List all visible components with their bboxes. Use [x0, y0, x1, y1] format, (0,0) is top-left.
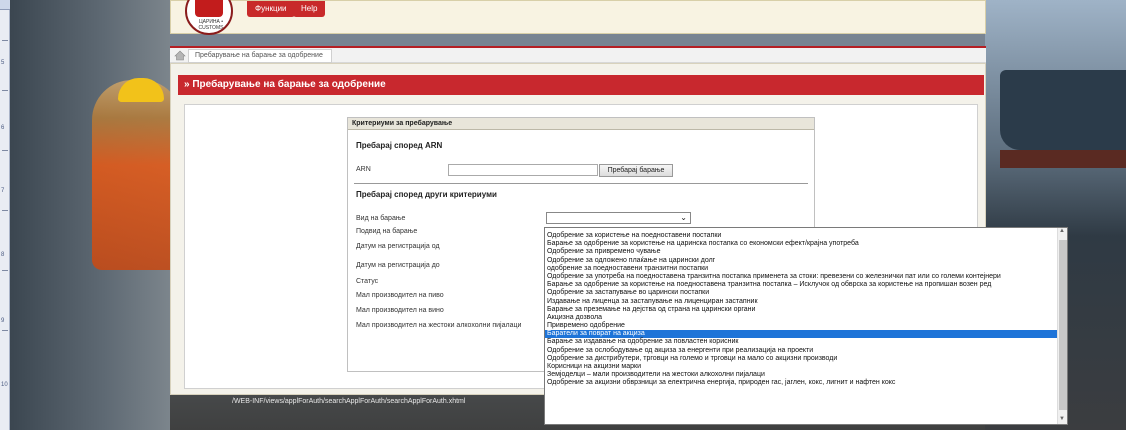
- scroll-down-icon[interactable]: ▼: [1059, 416, 1065, 422]
- ruler-tick: [2, 150, 8, 151]
- dropdown-option[interactable]: Издавање на лиценца за застапување на ли…: [545, 298, 1067, 306]
- ruler-number: 9: [1, 318, 5, 324]
- section-divider: [354, 183, 808, 184]
- field-label-spirits-producer: Мал производител на жестоки алкохолни пи…: [356, 322, 522, 329]
- ruler-number: 10: [1, 382, 8, 388]
- request-type-select[interactable]: ⌄: [546, 212, 691, 224]
- dropdown-option[interactable]: Одобрение за употреба на поедноставена т…: [545, 273, 1067, 281]
- dropdown-option[interactable]: Одобрение за акцизни обврзници за електр…: [545, 379, 1067, 387]
- dropdown-option[interactable]: Барање за издавање на одобрение за повла…: [545, 338, 1067, 346]
- dropdown-scrollbar[interactable]: ▲ ▼: [1057, 228, 1067, 424]
- ruler-number: 5: [1, 60, 5, 66]
- chevron-down-icon: ⌄: [680, 213, 687, 222]
- dropdown-option[interactable]: Привремено одобрение: [545, 322, 1067, 330]
- scrollbar-thumb[interactable]: [1059, 240, 1067, 410]
- search-request-button[interactable]: Пребарај барање: [599, 164, 673, 177]
- field-label-date-from: Датум на регистрација од: [356, 243, 440, 250]
- ship-image: [1000, 70, 1126, 150]
- worker-image: [92, 80, 182, 270]
- header-bar: ЦАРИНА • CUSTOMS Функции Help: [170, 0, 986, 35]
- dropdown-option[interactable]: Одобрение за дистрибутери, трговци на го…: [545, 355, 1067, 363]
- dropdown-option[interactable]: Одобрение за ослободување од акциза за е…: [545, 347, 1067, 355]
- scroll-up-icon[interactable]: ▲: [1059, 228, 1065, 234]
- dropdown-option[interactable]: Одобрение за користење на поедноставени …: [545, 232, 1067, 240]
- arn-label: ARN: [356, 166, 371, 173]
- dropdown-options: Одобрение за користење на поедноставени …: [545, 228, 1067, 388]
- ruler-tick: [2, 90, 8, 91]
- ship-hull-image: [1000, 150, 1126, 168]
- dropdown-option[interactable]: Одобрение за застапување во царински пос…: [545, 289, 1067, 297]
- page-title-bar: » Пребарување на барање за одобрение: [178, 75, 984, 95]
- ruler-number: 7: [1, 188, 5, 194]
- logo-text: ЦАРИНА • CUSTOMS: [198, 19, 224, 31]
- ruler-tick: [2, 270, 8, 271]
- dropdown-option[interactable]: Корисници на акцизни марки: [545, 363, 1067, 371]
- field-label-date-to: Датум на регистрација до: [356, 262, 440, 269]
- dropdown-option[interactable]: Одобрение за привремено чување: [545, 248, 1067, 256]
- page-title: » Пребарување на барање за одобрение: [184, 79, 386, 90]
- form-header: Критериуми за пребарување: [348, 118, 814, 130]
- footer-path: /WEB-INF/views/applForAuth/searchApplFor…: [232, 398, 466, 405]
- arn-input[interactable]: [448, 164, 598, 176]
- ruler-tick: [2, 210, 8, 211]
- field-label-request-subtype: Подвид на барање: [356, 228, 418, 235]
- logo-emblem-icon: [195, 0, 223, 17]
- section-other-heading: Пребарај според други критериуми: [356, 190, 497, 199]
- dropdown-option[interactable]: одобрение за поедноставени транзитни пос…: [545, 265, 1067, 273]
- breadcrumb: Пребарување на барање за одобрение: [170, 46, 986, 63]
- field-label-wine-producer: Мал производител на вино: [356, 307, 444, 314]
- dropdown-option[interactable]: Барање за преземање на дејства од страна…: [545, 306, 1067, 314]
- dropdown-option[interactable]: Акцизна дозвола: [545, 314, 1067, 322]
- help-menu-button[interactable]: Help: [293, 1, 326, 17]
- customs-logo[interactable]: ЦАРИНА • CUSTOMS: [185, 0, 233, 35]
- ruler-tick: [2, 40, 8, 41]
- ruler-corner[interactable]: [0, 0, 10, 10]
- field-label-status: Статус: [356, 278, 379, 285]
- dropdown-option[interactable]: Одобрение за одложено плаќање на царинск…: [545, 257, 1067, 265]
- field-label-beer-producer: Мал производител на пиво: [356, 292, 444, 299]
- request-type-dropdown-list[interactable]: Одобрение за користење на поедноставени …: [544, 227, 1068, 425]
- ruler-number: 8: [1, 252, 5, 258]
- vertical-ruler: 5 6 7 8 9 10: [0, 0, 10, 430]
- home-icon[interactable]: [174, 50, 186, 61]
- ruler-tick: [2, 330, 8, 331]
- field-label-request-type: Вид на барање: [356, 215, 406, 222]
- functions-menu-button[interactable]: Функции: [247, 1, 295, 17]
- breadcrumb-current[interactable]: Пребарување на барање за одобрение: [188, 49, 332, 63]
- ruler-number: 6: [1, 125, 5, 131]
- section-arn-heading: Пребарај според ARN: [356, 141, 443, 150]
